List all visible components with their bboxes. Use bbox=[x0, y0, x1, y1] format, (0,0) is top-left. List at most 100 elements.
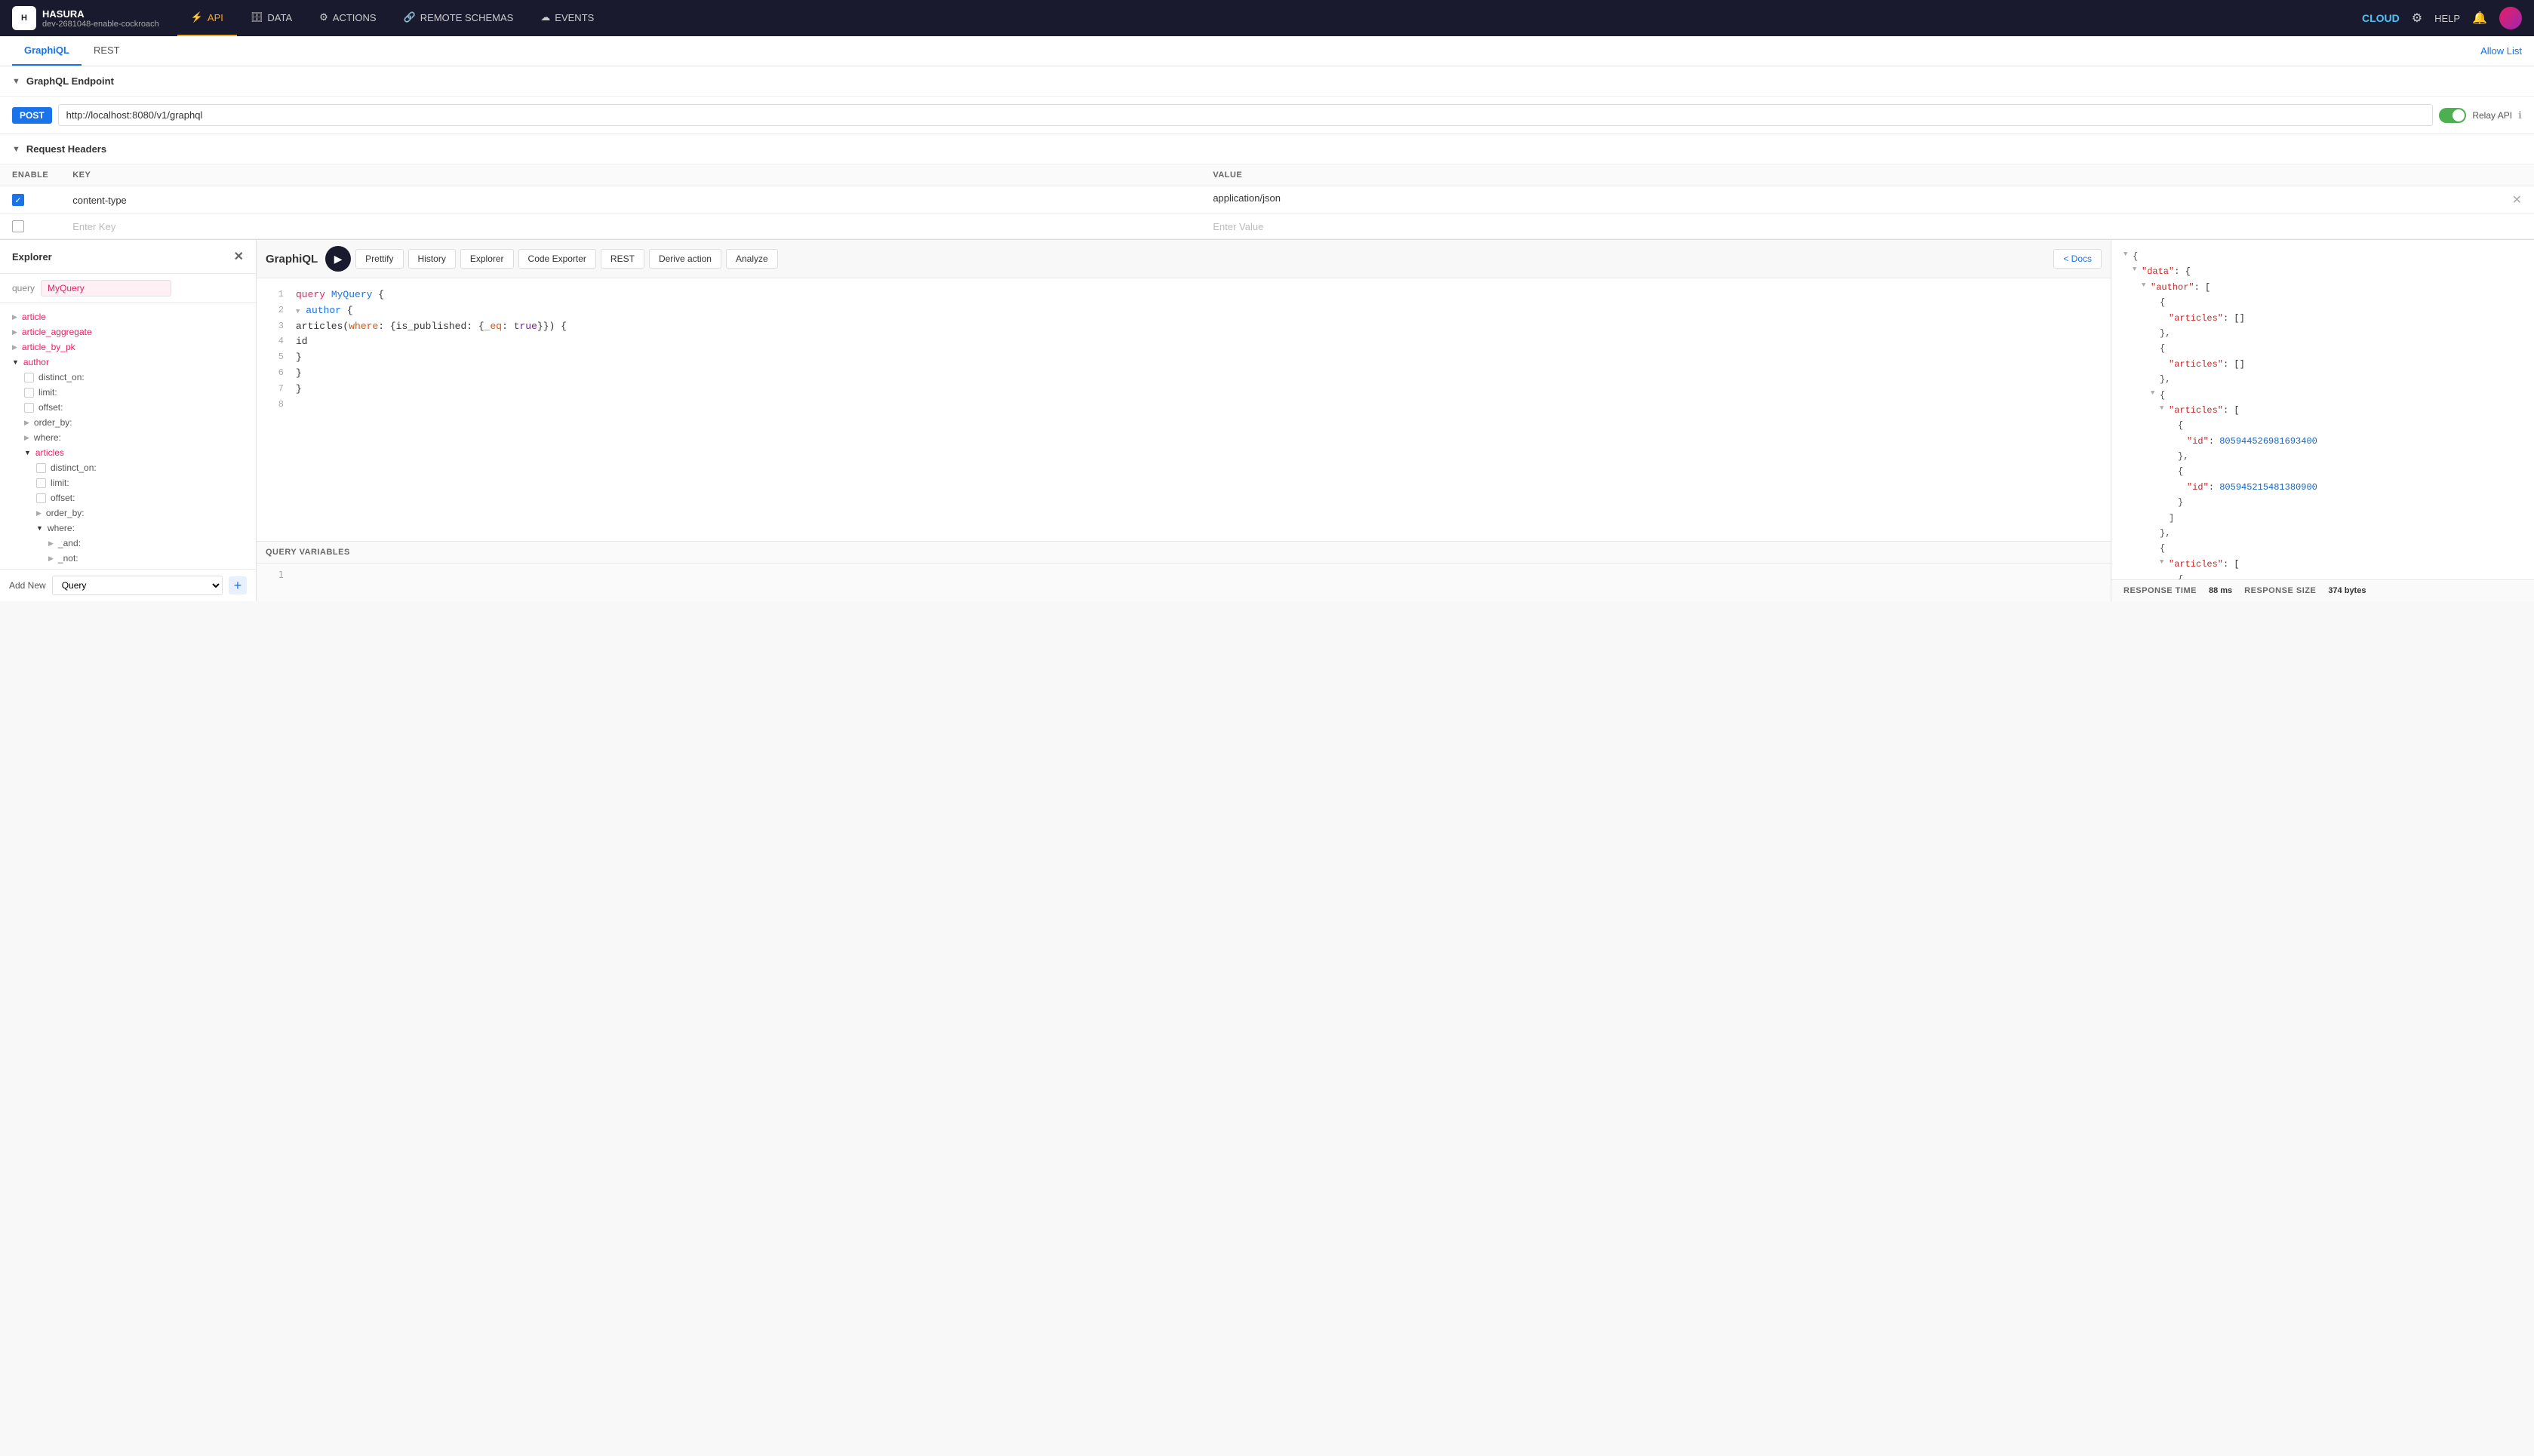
nav-tab-events[interactable]: ☁ EVENTS bbox=[527, 0, 607, 36]
query-type-label: query bbox=[12, 283, 35, 293]
var-line-num: 1 bbox=[266, 570, 284, 580]
col-header-key: KEY bbox=[60, 164, 1201, 186]
expand-icon: ▼ bbox=[2123, 249, 2127, 260]
list-item[interactable]: ▶ article bbox=[0, 309, 256, 324]
list-item[interactable]: ▶ order_by: bbox=[0, 415, 256, 430]
list-item[interactable]: distinct_on: bbox=[0, 370, 256, 385]
notification-icon[interactable]: 🔔 bbox=[2472, 11, 2487, 26]
http-method-badge: POST bbox=[12, 107, 52, 124]
header-key-value: content-type bbox=[72, 195, 127, 206]
code-line: 8 bbox=[257, 398, 2111, 412]
graphiql-label: GraphiQL bbox=[266, 253, 318, 266]
hasura-logo-icon: H bbox=[12, 6, 36, 30]
code-line: 3 articles(where: {is_published: {_eq: t… bbox=[257, 319, 2111, 335]
nav-tab-data[interactable]: 🗄 DATA bbox=[237, 0, 306, 36]
nav-tab-api[interactable]: ⚡ API bbox=[177, 0, 237, 36]
relay-toggle[interactable] bbox=[2439, 108, 2466, 123]
derive-action-button[interactable]: Derive action bbox=[649, 249, 721, 269]
tab-rest[interactable]: REST bbox=[81, 36, 132, 66]
prettify-button[interactable]: Prettify bbox=[355, 249, 403, 269]
code-line: 7 } bbox=[257, 382, 2111, 398]
value-placeholder[interactable]: Enter Value bbox=[1213, 221, 1263, 232]
field-checkbox[interactable] bbox=[36, 463, 46, 473]
arrow-icon: ▼ bbox=[12, 358, 19, 366]
list-item[interactable]: ▶ order_by: bbox=[0, 505, 256, 521]
new-header-checkbox[interactable] bbox=[12, 220, 24, 232]
expand-icon: ▼ bbox=[2142, 280, 2145, 291]
headers-table: ENABLE KEY VALUE ✓ content-type applicat… bbox=[0, 164, 2534, 239]
arrow-icon: ▶ bbox=[24, 419, 29, 427]
field-checkbox[interactable] bbox=[24, 388, 34, 398]
list-item[interactable]: ▶ article_by_pk bbox=[0, 339, 256, 355]
tab-graphiql[interactable]: GraphiQL bbox=[12, 36, 81, 66]
user-avatar[interactable] bbox=[2499, 7, 2522, 29]
explorer-title: Explorer bbox=[12, 251, 52, 263]
list-item[interactable]: limit: bbox=[0, 475, 256, 490]
data-icon: 🗄 bbox=[251, 11, 263, 23]
query-name-bar: query bbox=[0, 274, 256, 303]
allow-list-button[interactable]: Allow List bbox=[2480, 45, 2522, 57]
arrow-icon: ▶ bbox=[24, 434, 29, 442]
docs-button[interactable]: < Docs bbox=[2053, 249, 2102, 269]
list-item[interactable]: ▶ where: bbox=[0, 430, 256, 445]
nav-logo[interactable]: H HASURA dev-2681048-enable-cockroach bbox=[12, 6, 159, 30]
list-item[interactable]: ▶ _and: bbox=[0, 536, 256, 551]
field-checkbox[interactable] bbox=[36, 493, 46, 503]
table-row: ✓ content-type application/json ✕ bbox=[0, 186, 2534, 214]
cloud-button[interactable]: CLOUD bbox=[2362, 12, 2400, 24]
list-item[interactable]: ▶ article_aggregate bbox=[0, 324, 256, 339]
info-icon[interactable]: ℹ bbox=[2518, 109, 2522, 121]
query-type-select[interactable]: Query Mutation Subscription bbox=[52, 576, 223, 595]
graphql-endpoint-section[interactable]: ▼ GraphQL Endpoint bbox=[0, 66, 2534, 97]
code-editor[interactable]: 1 query MyQuery { 2 ▼ author { 3 article… bbox=[257, 278, 2111, 541]
arrow-icon: ▶ bbox=[48, 539, 54, 548]
relay-label: Relay API bbox=[2472, 110, 2512, 121]
field-checkbox[interactable] bbox=[24, 373, 34, 382]
list-item[interactable]: limit: bbox=[0, 385, 256, 400]
list-item[interactable]: ▼ where: bbox=[0, 521, 256, 536]
list-item[interactable]: ▼ author bbox=[0, 355, 256, 370]
analyze-button[interactable]: Analyze bbox=[726, 249, 778, 269]
history-button[interactable]: History bbox=[408, 249, 456, 269]
explorer-button[interactable]: Explorer bbox=[460, 249, 514, 269]
content: ▼ GraphQL Endpoint POST Relay API ℹ ▼ Re… bbox=[0, 66, 2534, 239]
query-variables-body[interactable]: 1 bbox=[257, 564, 2111, 601]
header-value-value: application/json bbox=[1213, 192, 1281, 204]
request-headers-section[interactable]: ▼ Request Headers bbox=[0, 134, 2534, 164]
delete-header-button[interactable]: ✕ bbox=[2512, 192, 2522, 207]
list-item[interactable]: offset: bbox=[0, 490, 256, 505]
list-item[interactable]: ▼ articles bbox=[0, 445, 256, 460]
top-nav: H HASURA dev-2681048-enable-cockroach ⚡ … bbox=[0, 0, 2534, 36]
nav-tab-remote-schemas[interactable]: 🔗 REMOTE SCHEMAS bbox=[390, 0, 527, 36]
rest-button[interactable]: REST bbox=[601, 249, 644, 269]
code-line: 6 } bbox=[257, 366, 2111, 382]
arrow-icon: ▶ bbox=[48, 554, 54, 563]
field-checkbox[interactable] bbox=[36, 478, 46, 488]
expand-icon: ▼ bbox=[2133, 264, 2136, 275]
explorer-close-button[interactable]: ✕ bbox=[234, 249, 244, 264]
list-item[interactable]: distinct_on: bbox=[0, 460, 256, 475]
explorer-body: ▶ article ▶ article_aggregate ▶ article_… bbox=[0, 303, 256, 569]
list-item[interactable]: ▶ _not: bbox=[0, 551, 256, 566]
run-button[interactable]: ▶ bbox=[325, 246, 351, 272]
header-enabled-checkbox[interactable]: ✓ bbox=[12, 194, 24, 206]
editor-toolbar: GraphiQL ▶ Prettify History Explorer Cod… bbox=[257, 240, 2111, 278]
arrow-icon: ▶ bbox=[12, 343, 17, 352]
field-checkbox[interactable] bbox=[24, 403, 34, 413]
nav-right: CLOUD ⚙ HELP 🔔 bbox=[2362, 7, 2522, 29]
query-name-input[interactable] bbox=[41, 280, 171, 296]
code-exporter-button[interactable]: Code Exporter bbox=[518, 249, 596, 269]
key-placeholder[interactable]: Enter Key bbox=[72, 221, 115, 232]
arrow-icon: ▼ bbox=[24, 449, 31, 456]
results-body[interactable]: ▼ { ▼ "data": { ▼ "author": [ { "article… bbox=[2111, 240, 2534, 579]
table-row-empty: Enter Key Enter Value bbox=[0, 214, 2534, 239]
add-query-button[interactable]: + bbox=[229, 576, 247, 594]
results-panel: ▼ { ▼ "data": { ▼ "author": [ { "article… bbox=[2111, 240, 2534, 601]
response-size-value: 374 bytes bbox=[2328, 586, 2366, 595]
help-button[interactable]: HELP bbox=[2434, 13, 2460, 24]
list-item[interactable]: offset: bbox=[0, 400, 256, 415]
expand-icon: ▼ bbox=[2151, 388, 2154, 399]
settings-icon[interactable]: ⚙ bbox=[2412, 11, 2422, 26]
endpoint-url-input[interactable] bbox=[58, 104, 2434, 126]
nav-tab-actions[interactable]: ⚙ ACTIONS bbox=[306, 0, 389, 36]
